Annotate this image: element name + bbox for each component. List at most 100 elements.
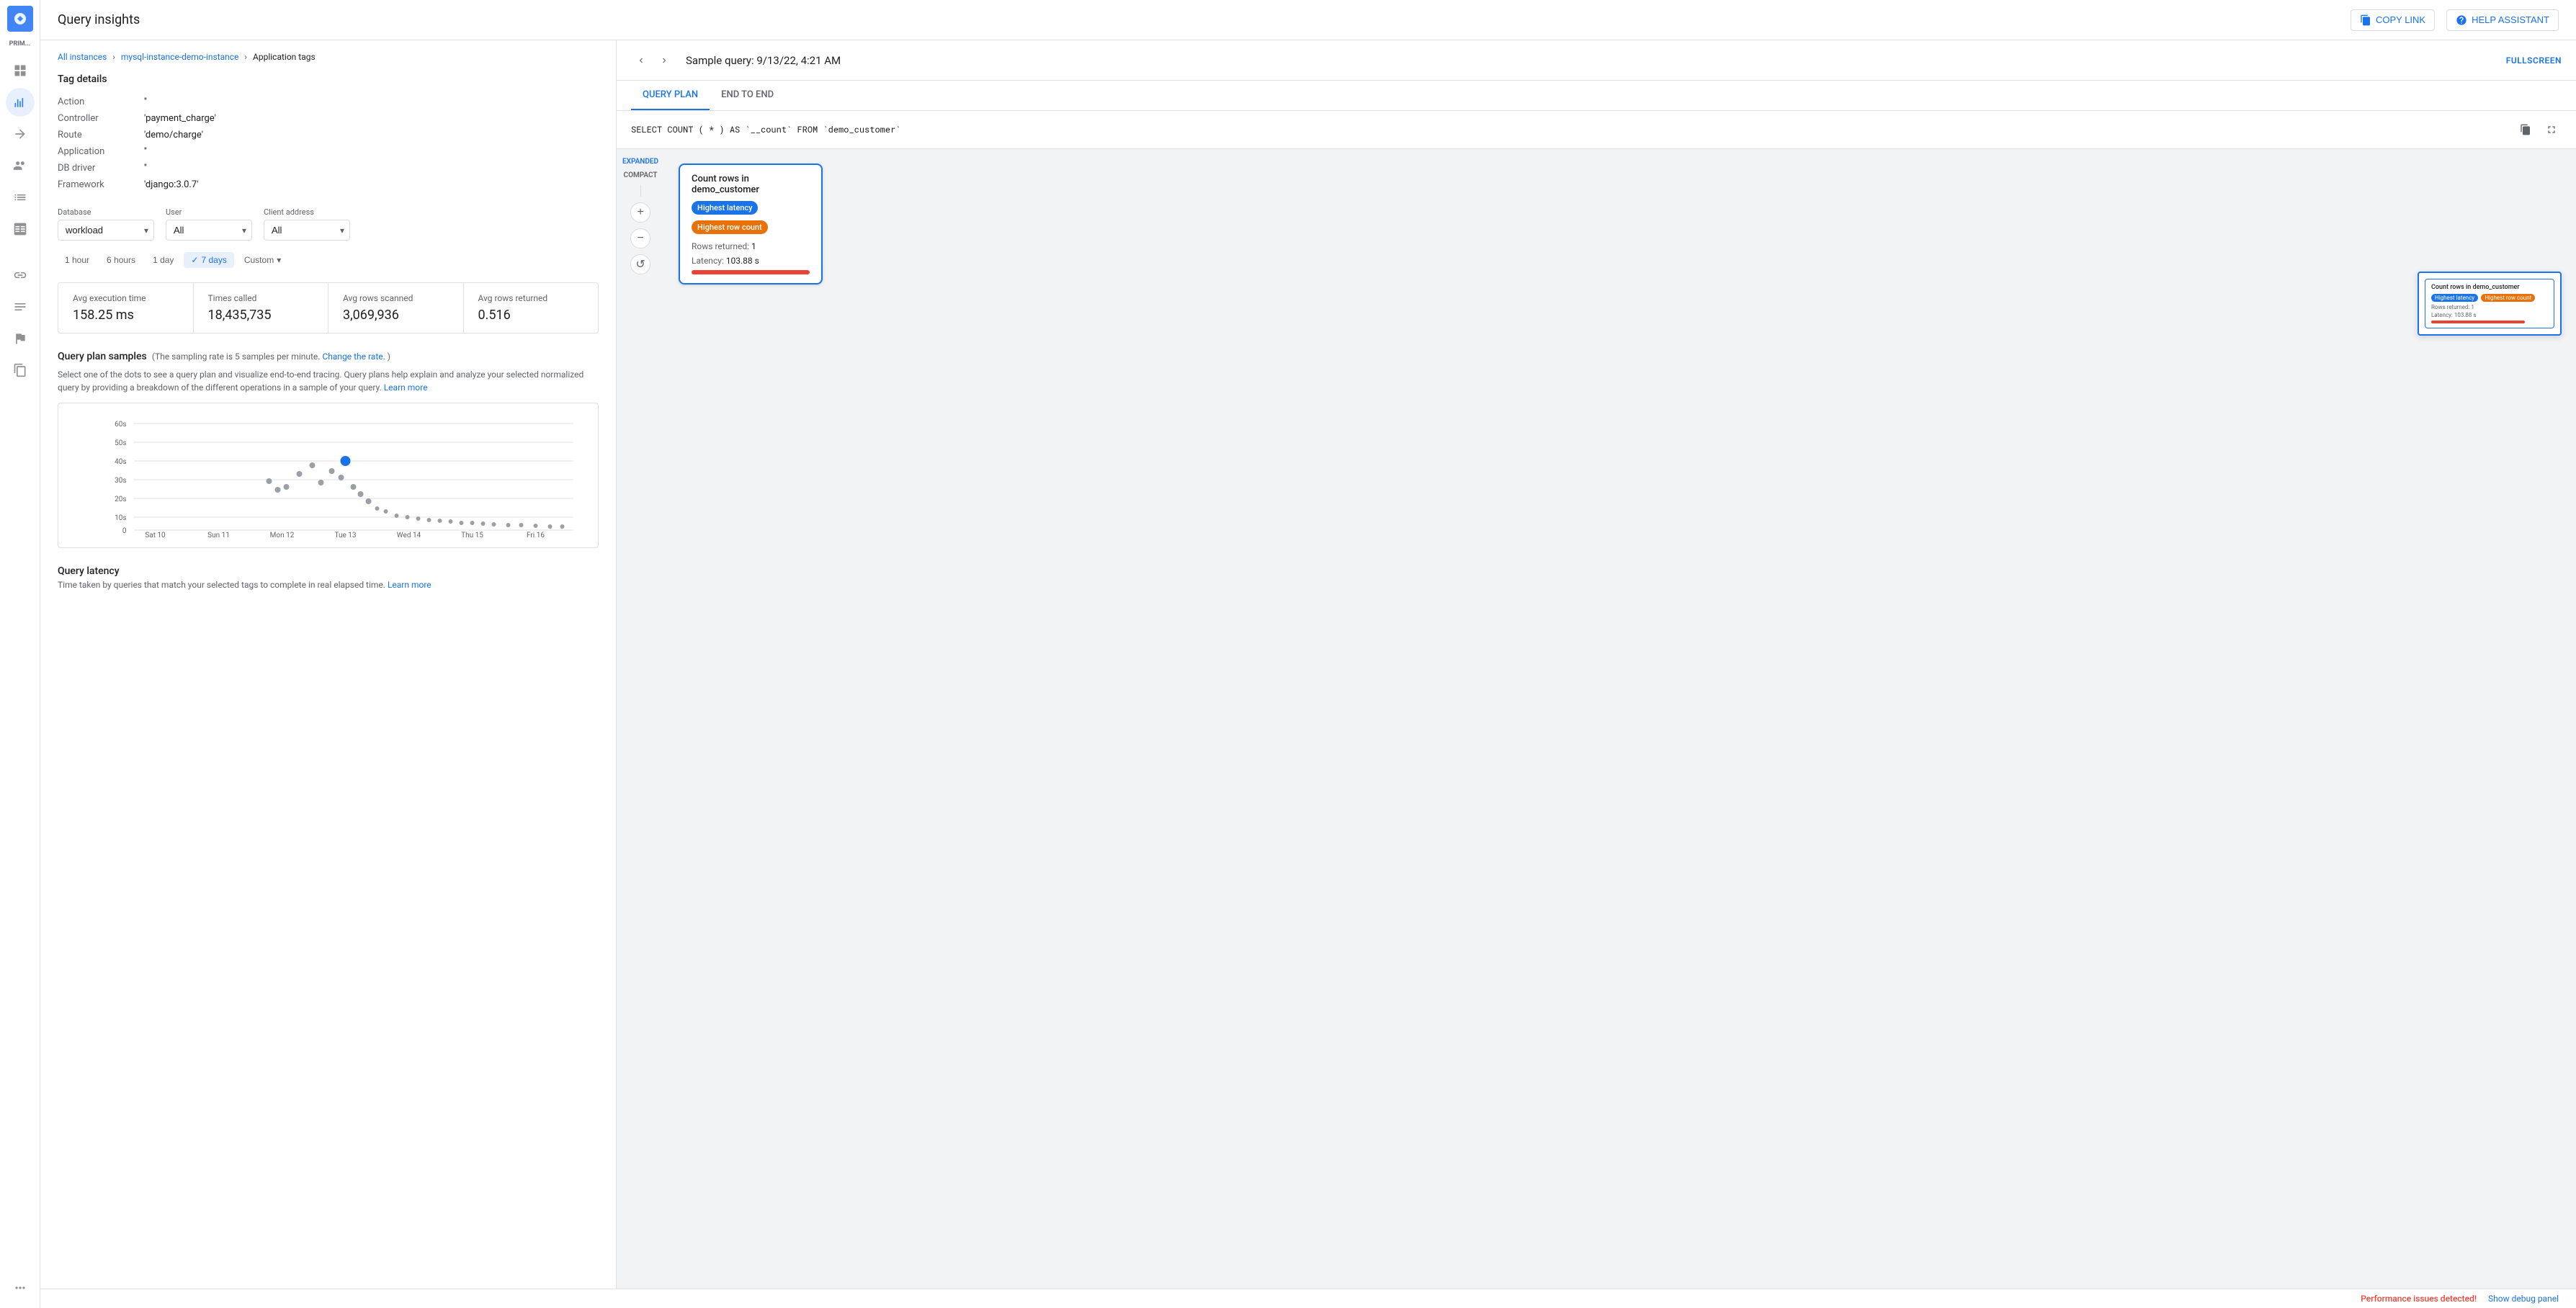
time-btn-custom[interactable]: Custom ▾ [237, 252, 288, 268]
chart-dot-selected[interactable] [341, 457, 350, 465]
minimap-rows-returned: Rows returned: 1 [2431, 304, 2548, 310]
zoom-reset-button[interactable]: ↺ [630, 254, 650, 274]
time-btn-1day[interactable]: 1 day [146, 252, 181, 268]
sidebar-item-copy[interactable] [6, 356, 35, 385]
fullscreen-button[interactable]: FULLSCREEN [2506, 55, 2562, 66]
query-latency-desc: Time taken by queries that match your se… [58, 580, 599, 590]
sidebar-item-text[interactable] [6, 292, 35, 321]
view-compact-label[interactable]: COMPACT [624, 171, 658, 179]
chart-dot[interactable] [375, 506, 380, 511]
database-select[interactable]: workload demo_customer default [58, 220, 154, 241]
minimap-badge-latency: Highest latency [2431, 294, 2478, 302]
prev-query-button[interactable]: ‹ [631, 50, 651, 71]
chart-dot[interactable] [366, 498, 372, 504]
expand-sql-button[interactable] [2541, 120, 2562, 140]
sidebar-item-overview[interactable] [6, 56, 35, 85]
time-btn-1hour[interactable]: 1 hour [58, 252, 97, 268]
chart-dot[interactable] [284, 484, 290, 490]
tag-details-section: Tag details Action '' Controller 'paymen… [58, 73, 599, 193]
breadcrumb-all-instances[interactable]: All instances [58, 52, 107, 62]
sidebar-item-chart[interactable] [6, 88, 35, 117]
chart-dot[interactable] [329, 468, 335, 474]
chart-dot[interactable] [470, 521, 475, 525]
zoom-out-button[interactable]: − [630, 228, 650, 248]
chart-dot[interactable] [358, 491, 364, 497]
svg-text:Mon 12: Mon 12 [270, 532, 295, 539]
plan-node-main[interactable]: Count rows indemo_customer Highest laten… [679, 164, 823, 285]
help-assistant-button[interactable]: HELP ASSISTANT [2446, 9, 2559, 31]
minimap-badges: Highest latency Highest row count [2431, 293, 2548, 303]
chart-dot[interactable] [481, 521, 486, 526]
svg-text:Wed 14: Wed 14 [397, 532, 421, 539]
chart-dot[interactable] [384, 509, 388, 514]
nav-arrows: ‹ › [631, 50, 674, 71]
chart-dot[interactable] [318, 480, 324, 485]
copy-link-button[interactable]: COPY LINK [2351, 9, 2435, 31]
svg-text:30s: 30s [115, 477, 126, 485]
tab-end-to-end[interactable]: END TO END [710, 81, 785, 110]
chart-dot[interactable] [310, 462, 316, 468]
plan-rows-returned: Rows returned: 1 [692, 241, 810, 251]
chart-dot[interactable] [560, 524, 565, 529]
chart-dot[interactable] [275, 487, 281, 493]
status-warning: Performance issues detected! [2361, 1294, 2477, 1304]
sidebar-item-list[interactable] [6, 183, 35, 212]
tag-row-controller: Controller 'payment_charge' [58, 110, 599, 127]
breadcrumb-instance[interactable]: mysql-instance-demo-instance [121, 52, 239, 62]
sidebar-item-people[interactable] [6, 151, 35, 180]
tag-row-action: Action '' [58, 94, 599, 110]
chart-dot[interactable] [506, 523, 511, 527]
chart-dot[interactable] [427, 518, 431, 522]
chart-dot[interactable] [406, 515, 410, 519]
time-btn-6hours[interactable]: 6 hours [99, 252, 143, 268]
zoom-in-button[interactable]: + [630, 202, 650, 223]
tag-value-route: 'demo/charge' [144, 130, 203, 140]
plan-node-title: Count rows indemo_customer [692, 174, 810, 195]
user-select[interactable]: All root admin [166, 220, 252, 241]
sidebar-item-arrows[interactable] [6, 120, 35, 148]
chart-dot[interactable] [395, 514, 399, 518]
sidebar-item-flag[interactable] [6, 324, 35, 353]
chart-dot[interactable] [438, 519, 442, 523]
chart-dot[interactable] [534, 524, 538, 528]
tag-row-framework: Framework 'django:3.0.7' [58, 176, 599, 193]
chart-dot[interactable] [351, 484, 357, 490]
chart-dot[interactable] [416, 516, 421, 521]
sidebar-item-table[interactable] [6, 215, 35, 243]
svg-text:Tue 13: Tue 13 [334, 532, 356, 539]
chart-dot[interactable] [267, 478, 272, 484]
minimap-node-title: Count rows in demo_customer [2431, 284, 2548, 291]
tag-value-dbdriver: '' [144, 163, 147, 174]
sidebar-item-chain[interactable] [6, 261, 35, 290]
tag-label-controller: Controller [58, 113, 144, 124]
query-plan-desc: Select one of the dots to see a query pl… [58, 368, 599, 394]
chart-dot[interactable] [339, 475, 344, 480]
copy-sql-icon [2520, 124, 2531, 135]
tab-query-plan[interactable]: QUERY PLAN [631, 81, 710, 110]
chart-dot[interactable] [519, 523, 524, 527]
metric-avg-rows-returned-value: 0.516 [478, 308, 584, 323]
learn-more-link-latency[interactable]: Learn more [388, 580, 431, 590]
chart-dot[interactable] [492, 522, 496, 527]
chart-dot[interactable] [449, 519, 453, 524]
plan-latency-value: 103.88 s [726, 256, 759, 266]
next-query-button[interactable]: › [654, 50, 674, 71]
chart-dot[interactable] [460, 521, 464, 525]
time-btn-7days[interactable]: ✓ 7 days [184, 252, 233, 268]
chart-dot[interactable] [297, 471, 303, 477]
chart-dot[interactable] [548, 524, 553, 529]
breadcrumb-current: Application tags [253, 52, 316, 62]
copy-link-label: COPY LINK [2376, 14, 2425, 25]
change-rate-link[interactable]: Change the rate. [322, 351, 385, 362]
database-filter: Database workload demo_customer default [58, 207, 154, 241]
breadcrumb-sep2: › [244, 52, 247, 62]
show-debug-panel-link[interactable]: Show debug panel [2488, 1294, 2559, 1304]
copy-sql-button[interactable] [2515, 120, 2536, 140]
sidebar-item-expand[interactable] [6, 1273, 35, 1302]
check-mark: ✓ [191, 255, 198, 265]
help-assistant-label: HELP ASSISTANT [2472, 14, 2549, 25]
custom-arrow: ▾ [277, 255, 281, 265]
client-address-select[interactable]: All 10.0.0.1 10.0.0.2 [264, 220, 350, 241]
tag-row-route: Route 'demo/charge' [58, 127, 599, 143]
learn-more-link-plan[interactable]: Learn more [384, 382, 428, 393]
